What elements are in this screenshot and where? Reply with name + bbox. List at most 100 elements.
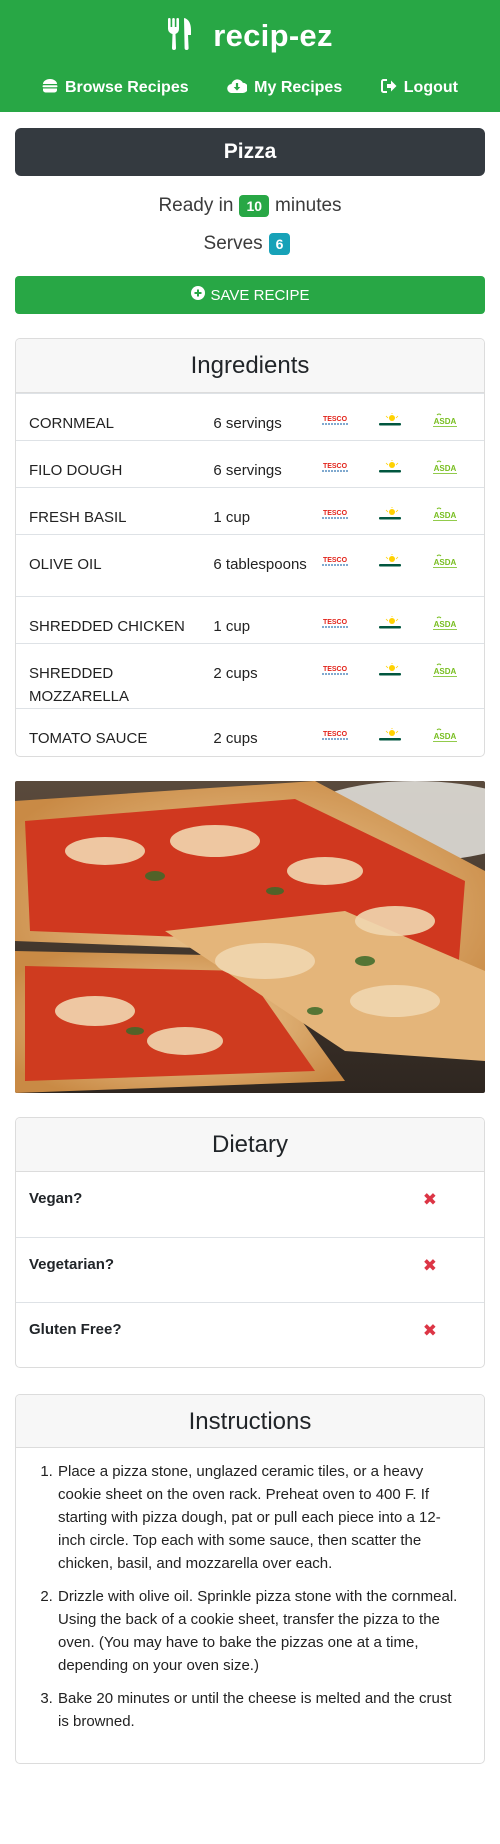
morrisons-logo-icon[interactable] <box>374 554 406 570</box>
recipe-title: Pizza <box>15 128 485 176</box>
ingredient-name: FILO DOUGH <box>16 440 202 488</box>
asda-link-cell: ASDA <box>428 440 484 488</box>
morrisons-logo-icon[interactable] <box>374 507 406 523</box>
dietary-row-vegan: Vegan? ✖ <box>16 1172 484 1237</box>
asda-logo-icon[interactable]: ASDA <box>429 413 461 429</box>
navbar: recip-ez Browse Recipes My Recipes Logou… <box>0 0 500 112</box>
brand[interactable]: recip-ez <box>0 0 500 70</box>
dietary-label: Vegan? <box>29 1189 83 1207</box>
svg-text:ASDA: ASDA <box>434 620 457 629</box>
ingredient-amount: 2 cups <box>201 643 319 709</box>
svg-text:TESCO: TESCO <box>323 510 348 517</box>
morrisons-link-cell <box>373 596 429 644</box>
dietary-card: Dietary Vegan? ✖ Vegetarian? ✖ Gluten Fr… <box>15 1116 485 1368</box>
nav-browse-label: Browse Recipes <box>65 79 189 96</box>
svg-text:TESCO: TESCO <box>323 731 348 738</box>
tesco-logo-icon[interactable]: TESCO <box>319 728 351 744</box>
tesco-link-cell: TESCO <box>318 393 374 441</box>
asda-logo-icon[interactable]: ASDA <box>429 728 461 744</box>
cross-icon: ✖ <box>422 1255 437 1275</box>
svg-text:ASDA: ASDA <box>434 511 457 520</box>
ingredient-amount: 1 cup <box>201 596 319 644</box>
morrisons-link-cell <box>373 487 429 535</box>
ingredient-name: FRESH BASIL <box>16 487 202 535</box>
tesco-link-cell: TESCO <box>318 643 374 709</box>
tesco-link-cell: TESCO <box>318 440 374 488</box>
asda-logo-icon[interactable]: ASDA <box>429 460 461 476</box>
nav-logout[interactable]: Logout <box>380 78 458 98</box>
ingredient-row: TOMATO SAUCE 2 cups TESCO ASDA <box>16 708 484 756</box>
dietary-list: Vegan? ✖ Vegetarian? ✖ Gluten Free? ✖ <box>16 1172 484 1367</box>
morrisons-logo-icon[interactable] <box>374 616 406 632</box>
asda-link-cell: ASDA <box>428 643 484 709</box>
utensils-icon <box>167 17 213 55</box>
tesco-link-cell: TESCO <box>318 534 374 597</box>
hamburger-icon <box>42 78 65 98</box>
ready-suffix: minutes <box>275 195 342 216</box>
nav-browse-recipes[interactable]: Browse Recipes <box>42 78 189 98</box>
dietary-row-vegetarian: Vegetarian? ✖ <box>16 1236 484 1302</box>
morrisons-link-cell <box>373 643 429 709</box>
ready-minutes-badge: 10 <box>239 195 270 217</box>
dietary-label: Vegetarian? <box>29 1255 115 1273</box>
recipe-content: Pizza Ready in 10 minutes Serves 6 SAVE … <box>0 112 500 1764</box>
tesco-logo-icon[interactable]: TESCO <box>319 554 351 570</box>
serves-label: Serves <box>203 233 263 254</box>
svg-text:ASDA: ASDA <box>434 732 457 741</box>
ingredient-name: TOMATO SAUCE <box>16 708 202 756</box>
asda-link-cell: ASDA <box>428 393 484 441</box>
save-recipe-button[interactable]: SAVE RECIPE <box>15 276 485 314</box>
instructions-card: Instructions Place a pizza stone, unglaz… <box>15 1393 485 1764</box>
ingredient-row: OLIVE OIL 6 tablespoons TESCO ASDA <box>16 534 484 597</box>
save-recipe-label: SAVE RECIPE <box>210 286 310 304</box>
morrisons-logo-icon[interactable] <box>374 728 406 744</box>
ingredient-amount: 6 tablespoons <box>201 534 319 597</box>
asda-link-cell: ASDA <box>428 534 484 597</box>
instructions-list: Place a pizza stone, unglazed ceramic ti… <box>16 1448 484 1763</box>
asda-logo-icon[interactable]: ASDA <box>429 616 461 632</box>
tesco-link-cell: TESCO <box>318 487 374 535</box>
svg-text:ASDA: ASDA <box>434 667 457 676</box>
serves: Serves 6 <box>15 227 485 261</box>
svg-text:ASDA: ASDA <box>434 558 457 567</box>
ingredients-header: Ingredients <box>16 339 484 393</box>
morrisons-link-cell <box>373 393 429 441</box>
ingredient-row: SHREDDED CHICKEN 1 cup TESCO ASDA <box>16 596 484 644</box>
ingredient-amount: 6 servings <box>201 393 319 441</box>
serves-count-badge: 6 <box>268 233 291 255</box>
nav-logout-label: Logout <box>403 79 458 96</box>
cross-icon: ✖ <box>422 1320 437 1340</box>
svg-text:ASDA: ASDA <box>434 417 457 426</box>
recipe-meta: Ready in 10 minutes Serves 6 <box>15 189 485 261</box>
morrisons-logo-icon[interactable] <box>374 460 406 476</box>
svg-text:TESCO: TESCO <box>323 463 348 470</box>
ingredient-row: FRESH BASIL 1 cup TESCO ASDA <box>16 487 484 535</box>
nav-my-recipes[interactable]: My Recipes <box>227 78 343 98</box>
tesco-logo-icon[interactable]: TESCO <box>319 413 351 429</box>
ingredient-name: CORNMEAL <box>16 393 202 441</box>
asda-logo-icon[interactable]: ASDA <box>429 554 461 570</box>
tesco-logo-icon[interactable]: TESCO <box>319 663 351 679</box>
instruction-step: Bake 20 minutes or until the cheese is m… <box>57 1687 464 1733</box>
tesco-logo-icon[interactable]: TESCO <box>319 460 351 476</box>
svg-text:TESCO: TESCO <box>323 619 348 626</box>
tesco-logo-icon[interactable]: TESCO <box>319 507 351 523</box>
brand-name: recip-ez <box>213 18 333 53</box>
ingredient-name: OLIVE OIL <box>16 534 202 597</box>
morrisons-logo-icon[interactable] <box>374 413 406 429</box>
cloud-download-icon <box>227 78 254 98</box>
morrisons-logo-icon[interactable] <box>374 663 406 679</box>
ingredient-amount: 6 servings <box>201 440 319 488</box>
tesco-link-cell: TESCO <box>318 596 374 644</box>
plus-circle-icon <box>190 286 211 304</box>
nav-my-label: My Recipes <box>254 79 343 96</box>
morrisons-link-cell <box>373 708 429 756</box>
asda-logo-icon[interactable]: ASDA <box>429 507 461 523</box>
tesco-logo-icon[interactable]: TESCO <box>319 616 351 632</box>
main-nav: Browse Recipes My Recipes Logout <box>0 70 500 106</box>
instructions-header: Instructions <box>16 1394 484 1448</box>
asda-logo-icon[interactable]: ASDA <box>429 663 461 679</box>
morrisons-link-cell <box>373 534 429 597</box>
sign-out-icon <box>380 78 404 98</box>
recipe-photo <box>15 780 485 1093</box>
